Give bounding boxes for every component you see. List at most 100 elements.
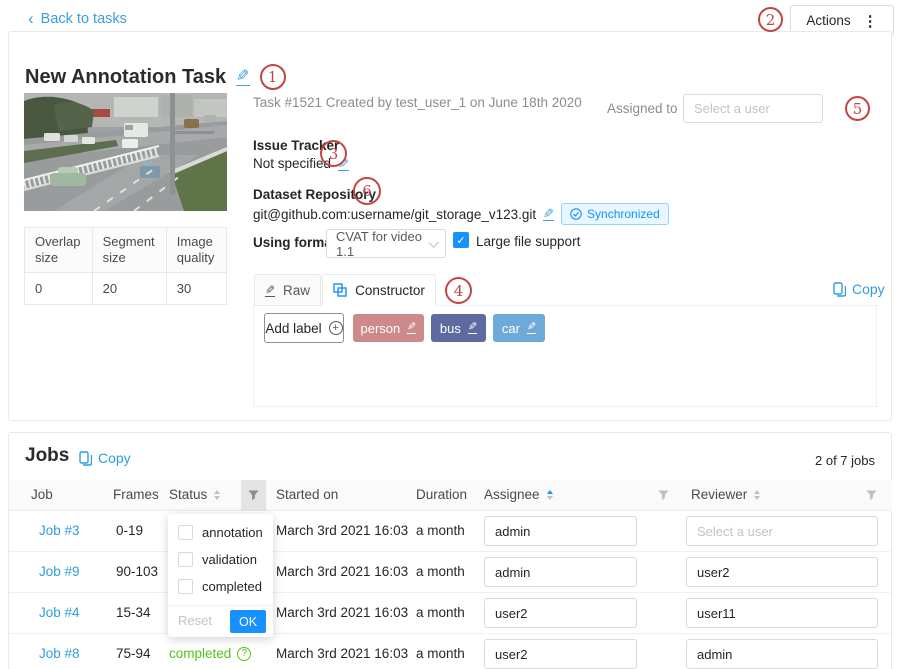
- traffic-scene-illustration: [24, 93, 227, 211]
- job-row-1: Job #3 0-19 March 3rd 2021 16:03 a month: [9, 511, 892, 552]
- assigned-to-label: Assigned to: [607, 101, 678, 116]
- status-cell: completed ?: [169, 646, 251, 661]
- reviewer-input[interactable]: [686, 598, 878, 628]
- duration-cell: a month: [416, 646, 465, 661]
- frames-cell: 90-103: [116, 564, 158, 579]
- tab-raw[interactable]: ✎ Raw: [254, 274, 321, 306]
- filter-ok-button[interactable]: OK: [230, 610, 266, 633]
- chevron-down-icon: [429, 237, 440, 248]
- edit-repository-icon[interactable]: ✎: [543, 207, 554, 221]
- tab-constructor-label: Constructor: [355, 283, 425, 298]
- started-cell: March 3rd 2021 16:03: [276, 564, 408, 579]
- reviewer-input[interactable]: [686, 639, 878, 669]
- job-link[interactable]: Job #3: [39, 523, 80, 538]
- copy-labels-label: Copy: [852, 281, 885, 297]
- filter-option-completed[interactable]: completed: [178, 579, 262, 594]
- started-cell: March 3rd 2021 16:03: [276, 523, 408, 538]
- actions-label: Actions: [806, 13, 850, 28]
- started-cell: March 3rd 2021 16:03: [276, 646, 408, 661]
- label-chip-car[interactable]: car ✎: [493, 314, 545, 342]
- labels-editor-panel: [253, 305, 877, 407]
- tab-constructor[interactable]: Constructor: [322, 274, 436, 306]
- assignee-filter-button[interactable]: [651, 480, 676, 511]
- param-header-segment: Segment size: [92, 228, 166, 273]
- task-preview-image: [24, 93, 227, 211]
- reviewer-input[interactable]: [686, 516, 878, 546]
- back-to-tasks-link[interactable]: ‹ Back to tasks: [28, 11, 127, 27]
- check-circle-icon: [570, 208, 582, 220]
- block-icon: [333, 283, 347, 297]
- add-label-button[interactable]: Add label +: [264, 313, 344, 343]
- col-job: Job: [31, 487, 53, 502]
- export-format-value: CVAT for video 1.1: [336, 229, 429, 259]
- label-chip-person-text: person: [361, 321, 401, 336]
- annotation-circle-4: 4: [445, 277, 472, 304]
- col-status: Status: [169, 487, 220, 502]
- chevron-left-icon: ‹: [28, 12, 34, 26]
- job-row-4: Job #8 75-94 completed ? March 3rd 2021 …: [9, 634, 892, 669]
- annotation-circle-5: 5: [845, 96, 870, 121]
- task-params-table: Overlap size Segment size Image quality …: [24, 227, 227, 305]
- checkbox-icon[interactable]: [178, 552, 193, 567]
- frames-cell: 15-34: [116, 605, 151, 620]
- assignee-sorter[interactable]: [547, 490, 553, 500]
- task-title-row: New Annotation Task ✎ 1: [25, 64, 286, 90]
- status-sorter[interactable]: [214, 490, 220, 500]
- edit-label-icon[interactable]: ✎: [468, 322, 477, 334]
- reviewer-filter-button[interactable]: [859, 480, 884, 511]
- question-circle-icon[interactable]: ?: [237, 647, 251, 661]
- task-meta: Task #1521 Created by test_user_1 on Jun…: [253, 95, 582, 110]
- filter-option-annotation[interactable]: annotation: [178, 525, 263, 540]
- param-header-quality: Image quality: [166, 228, 226, 273]
- col-reviewer: Reviewer: [691, 487, 760, 502]
- more-vertical-icon: ⋮: [863, 12, 878, 30]
- pencil-icon: ✎: [265, 284, 275, 297]
- edit-label-icon[interactable]: ✎: [527, 322, 536, 334]
- dataset-repository-row: git@github.com:username/git_storage_v123…: [253, 203, 669, 225]
- assignee-input[interactable]: [484, 557, 637, 587]
- label-chip-person[interactable]: person ✎: [353, 314, 424, 342]
- checkbox-icon[interactable]: [178, 579, 193, 594]
- copy-icon: [833, 282, 846, 297]
- filter-reset-button[interactable]: Reset: [178, 613, 212, 628]
- jobs-card: Jobs Copy 2 of 7 jobs Job Frames Status …: [8, 432, 892, 669]
- large-file-checkbox[interactable]: ✓: [453, 232, 469, 248]
- assignee-input[interactable]: [484, 516, 637, 546]
- annotation-circle-3: 3: [320, 140, 347, 167]
- task-assignee-input[interactable]: [683, 94, 823, 123]
- reviewer-input[interactable]: [686, 557, 878, 587]
- duration-cell: a month: [416, 523, 465, 538]
- duration-cell: a month: [416, 605, 465, 620]
- add-label-text: Add label: [265, 321, 321, 336]
- reviewer-sorter[interactable]: [754, 490, 760, 500]
- annotation-circle-2: 2: [758, 7, 783, 32]
- frames-cell: 0-19: [116, 523, 143, 538]
- cvat-task-page: ‹ Back to tasks 2 Actions ⋮ New Annotati…: [0, 0, 900, 669]
- job-link[interactable]: Job #9: [39, 564, 80, 579]
- filter-funnel-icon: [866, 490, 877, 501]
- filter-funnel-icon: [248, 490, 259, 501]
- export-format-select[interactable]: CVAT for video 1.1: [326, 229, 446, 258]
- copy-labels-link[interactable]: Copy: [833, 281, 885, 297]
- status-filter-dropdown: annotation validation completed Reset OK: [168, 514, 273, 637]
- label-chip-car-text: car: [502, 321, 520, 336]
- filter-option-validation[interactable]: validation: [178, 552, 257, 567]
- assignee-input[interactable]: [484, 598, 637, 628]
- jobs-title: Jobs: [25, 445, 69, 467]
- checkbox-icon[interactable]: [178, 525, 193, 540]
- edit-label-icon[interactable]: ✎: [407, 322, 416, 334]
- jobs-table-header: Job Frames Status Started on Duration As…: [9, 480, 892, 511]
- edit-title-icon[interactable]: ✎: [236, 69, 249, 86]
- tab-raw-label: Raw: [283, 283, 310, 298]
- frames-cell: 75-94: [116, 646, 151, 661]
- page-title: New Annotation Task: [25, 66, 226, 89]
- col-frames: Frames: [113, 487, 159, 502]
- assignee-input[interactable]: [484, 639, 637, 669]
- dataset-repository-url: git@github.com:username/git_storage_v123…: [253, 207, 536, 222]
- job-link[interactable]: Job #4: [39, 605, 80, 620]
- status-filter-button[interactable]: [241, 480, 266, 511]
- copy-icon: [79, 451, 92, 466]
- label-chip-bus[interactable]: bus ✎: [431, 314, 486, 342]
- copy-jobs-link[interactable]: Copy: [79, 450, 131, 466]
- job-link[interactable]: Job #8: [39, 646, 80, 661]
